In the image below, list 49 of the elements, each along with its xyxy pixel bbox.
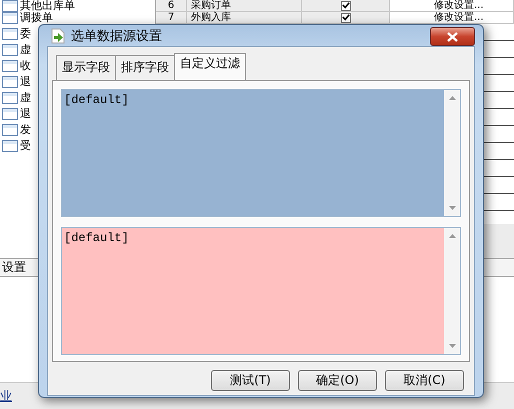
dialog-button[interactable]: 确定(O): [298, 370, 377, 391]
scroll-up-icon[interactable]: [448, 234, 456, 238]
document-arrow-icon: [51, 28, 65, 44]
row-number: 7: [156, 12, 187, 23]
window-icon: [2, 108, 18, 120]
tree-item[interactable]: 其他出库单: [20, 0, 75, 12]
checkbox[interactable]: [340, 0, 350, 10]
scrollbar[interactable]: [444, 228, 460, 354]
window-icon: [2, 124, 18, 136]
tree-item[interactable]: 发: [20, 124, 31, 136]
window-icon: [2, 12, 18, 24]
window-icon: [2, 140, 18, 152]
table-cell: 采购订单: [187, 0, 302, 11]
dialog-button[interactable]: 测试(T): [211, 370, 290, 391]
tree-item[interactable]: 调拨单: [20, 12, 53, 24]
window-icon: [2, 44, 18, 56]
window-icon: [2, 28, 18, 40]
dialog-button[interactable]: 取消(C): [385, 370, 464, 391]
tree-item[interactable]: 受: [20, 140, 31, 152]
text-area[interactable]: [default]: [61, 227, 461, 355]
tab[interactable]: 显示字段: [56, 55, 116, 80]
scroll-up-icon[interactable]: [448, 96, 456, 100]
checkbox[interactable]: [340, 12, 350, 22]
tab[interactable]: 自定义过滤: [174, 53, 246, 80]
tree-item[interactable]: 收: [20, 60, 31, 72]
scroll-down-icon[interactable]: [448, 344, 456, 348]
window-title: 选单数据源设置: [71, 28, 163, 44]
scroll-down-icon[interactable]: [448, 206, 456, 210]
close-button[interactable]: [430, 27, 475, 46]
text-area[interactable]: [default]: [61, 89, 461, 217]
filter-text: [default]: [63, 230, 130, 247]
tree-item[interactable]: 虚: [20, 92, 31, 104]
tree-item[interactable]: 退: [20, 108, 31, 120]
settings-link[interactable]: 修改设置...: [390, 0, 514, 11]
table-cell: 外购入库: [187, 12, 302, 23]
window-icon: [2, 60, 18, 72]
window-icon: [2, 0, 18, 12]
tree-item[interactable]: 退: [20, 76, 31, 88]
scrollbar[interactable]: [444, 90, 460, 216]
window-icon: [2, 76, 18, 88]
settings-link[interactable]: 修改设置...: [390, 12, 514, 23]
section-label: 设置: [1, 259, 26, 276]
tree-item[interactable]: 委: [20, 28, 31, 40]
filter-text: [default]: [63, 92, 130, 109]
close-icon: [447, 32, 458, 42]
tree-item[interactable]: 虚: [20, 44, 31, 56]
window-icon: [2, 92, 18, 104]
row-number: 6: [156, 0, 187, 11]
footer-link[interactable]: 业: [0, 388, 12, 404]
